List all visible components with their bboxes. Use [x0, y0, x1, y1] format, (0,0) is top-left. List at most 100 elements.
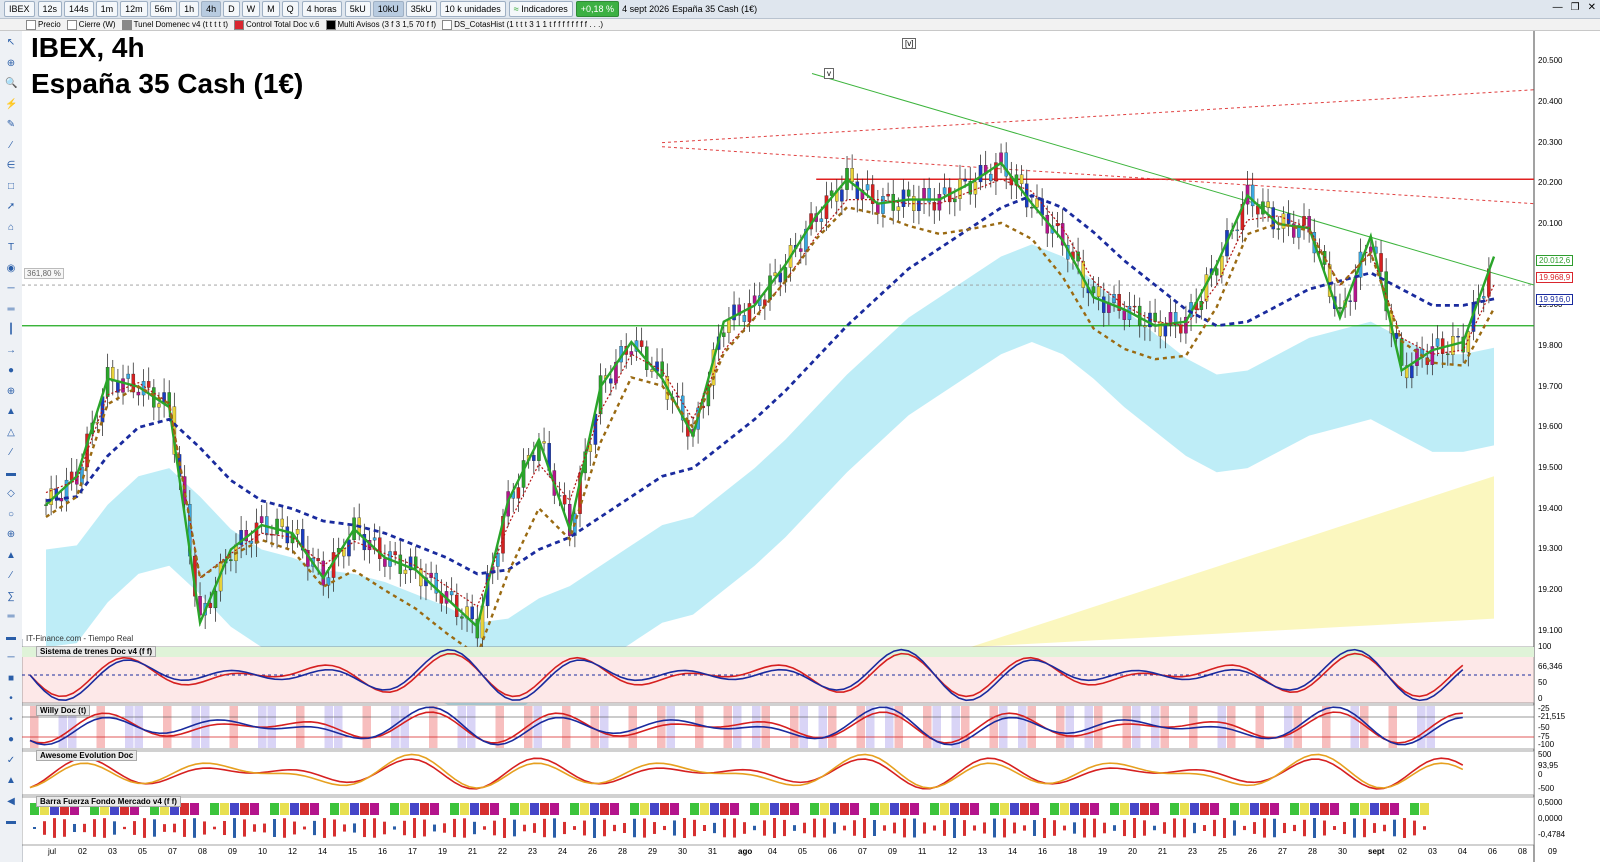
interval-button-144s[interactable]: 144s [64, 1, 94, 17]
drawing-tool-icon[interactable]: ⌂ [5, 222, 17, 234]
drawing-tool-icon[interactable]: ∕ [5, 447, 17, 459]
drawing-tool-icon[interactable]: ┃ [5, 324, 17, 336]
drawing-tool-icon[interactable]: ∈ [5, 160, 17, 172]
chart-area[interactable] [22, 31, 1600, 862]
unit-button-5kU[interactable]: 5kU [344, 1, 371, 17]
drawing-tool-icon[interactable]: ✎ [5, 119, 17, 131]
drawing-tool-icon[interactable]: ■ [5, 673, 17, 685]
interval-button-1m[interactable]: 1m [95, 1, 119, 17]
signal-bar [1122, 706, 1131, 748]
interval-button-4h[interactable]: 4h [201, 1, 222, 17]
strength-bar [1320, 803, 1329, 815]
drawing-tool-icon[interactable]: ═ [5, 304, 17, 316]
indicator-toggle[interactable]: Precio [26, 19, 61, 30]
candle-body [136, 391, 141, 396]
drawing-tool-icon[interactable]: ◇ [5, 488, 17, 500]
strength-bar [800, 803, 809, 815]
symbol-selector[interactable]: IBEX [4, 1, 35, 17]
histogram-bar [1343, 821, 1346, 835]
histogram-bar [803, 822, 806, 834]
drawing-tool-icon[interactable]: △ [5, 427, 17, 439]
drawing-tool-icon[interactable]: ▲ [5, 406, 17, 418]
strength-bar [720, 803, 729, 815]
drawing-tool-icon[interactable]: → [5, 345, 17, 357]
drawing-tool-icon[interactable]: □ [5, 181, 17, 193]
drawing-tool-icon[interactable]: ⊕ [5, 58, 17, 70]
candle-body [1102, 296, 1106, 313]
signal-bar [381, 706, 390, 748]
histogram-bar [463, 818, 466, 838]
drawing-tool-icon[interactable]: ✓ [5, 755, 17, 767]
interval-button-12m[interactable]: 12m [120, 1, 148, 17]
drawing-tool-icon[interactable]: ⊕ [5, 386, 17, 398]
candle-body [1214, 268, 1219, 276]
drawing-tool-icon[interactable]: ∕ [5, 140, 17, 152]
panel-title-awesome[interactable]: Awesome Evolution Doc [36, 750, 138, 761]
interval-button-Q[interactable]: Q [281, 1, 299, 17]
unit-button-10kU[interactable]: 10kU [372, 1, 404, 17]
drawing-tool-icon[interactable]: ─ [5, 652, 17, 664]
wave-tag-v-bracket[interactable]: [v] [902, 38, 917, 49]
signal-bar [600, 706, 609, 748]
drawing-tool-icon[interactable]: ▲ [5, 775, 17, 787]
drawing-tool-icon[interactable]: ◀ [5, 796, 17, 808]
drawing-tool-icon[interactable]: ∑ [5, 591, 17, 603]
panel-title-trenes[interactable]: Sistema de trenes Doc v4 (f f) [36, 646, 157, 657]
indicator-toggle[interactable]: Cierre (W) [66, 19, 116, 30]
minimize-icon[interactable]: — [1553, 2, 1563, 13]
candle-body [1435, 338, 1440, 347]
panel-axis-label: 500 [1538, 750, 1552, 759]
date-axis-label: 22 [498, 847, 507, 856]
drawing-tool-icon[interactable]: ▬ [5, 816, 17, 828]
drawing-tool-icon[interactable]: ⚡ [5, 99, 17, 111]
drawing-tool-icon[interactable]: ↖ [5, 37, 17, 49]
panel-title-barra[interactable]: Barra Fuerza Fondo Mercado v4 (f f) [36, 796, 181, 807]
indicators-button[interactable]: ≈ Indicadores [508, 1, 573, 17]
close-icon[interactable]: ✕ [1588, 2, 1596, 13]
candle-body [403, 569, 408, 574]
drawing-tool-icon[interactable]: ◉ [5, 263, 17, 275]
indicator-label: Precio [38, 20, 61, 29]
interval-button-12s[interactable]: 12s [37, 1, 63, 17]
signal-bar [1417, 706, 1426, 748]
interval-button-56m[interactable]: 56m [149, 1, 178, 17]
drawing-tool-icon[interactable]: ● [5, 365, 17, 377]
signal-bar [1246, 706, 1255, 748]
interval-button-1h[interactable]: 1h [179, 1, 200, 17]
drawing-tool-icon[interactable]: ● [5, 734, 17, 746]
indicator-swatch [325, 19, 336, 30]
indicator-toggle[interactable]: Control Total Doc v.6 [233, 19, 320, 30]
signal-bar [172, 706, 181, 748]
drawing-tool-icon[interactable]: 🔍 [5, 78, 17, 90]
indicator-toggle[interactable]: Multi Avisos (3 f 3 1,5 70 f f) [325, 19, 436, 30]
drawing-tool-icon[interactable]: ⊕ [5, 529, 17, 541]
date-axis-label: 04 [1458, 847, 1467, 856]
drawing-tool-icon[interactable]: • [5, 693, 17, 705]
drawing-tool-icon[interactable]: • [5, 714, 17, 726]
unit-button-35kU[interactable]: 35kU [405, 1, 437, 17]
drawing-tool-icon[interactable]: ➚ [5, 201, 17, 213]
drawing-tool-icon[interactable]: ▬ [5, 632, 17, 644]
drawing-tool-icon[interactable]: ═ [5, 611, 17, 623]
period-selector[interactable]: 4 horas [301, 1, 342, 17]
histogram-bar [1373, 823, 1376, 833]
indicator-toggle[interactable]: DS_CotasHist (1 t t t 3 1 1 t f f f f f … [442, 19, 603, 30]
drawing-tool-icon[interactable]: ▬ [5, 468, 17, 480]
histogram-bar [873, 820, 876, 836]
histogram-bar [63, 819, 66, 837]
interval-button-W[interactable]: W [241, 1, 261, 17]
unit-mode-selector[interactable]: 10 k unidades [439, 1, 506, 17]
panel-title-willy[interactable]: Willy Doc (t) [36, 705, 91, 716]
interval-button-D[interactable]: D [223, 1, 240, 17]
indicator-toggle[interactable]: Tunel Domenec v4 (t t t t t) [121, 19, 228, 30]
wave-tag-v[interactable]: v [824, 68, 834, 79]
drawing-tool-icon[interactable]: ─ [5, 283, 17, 295]
drawing-tool-icon[interactable]: ∕ [5, 570, 17, 582]
strength-bar [300, 803, 309, 815]
drawing-tool-icon[interactable]: ▲ [5, 550, 17, 562]
restore-icon[interactable]: ❐ [1571, 2, 1580, 13]
indicator-swatch [233, 19, 244, 30]
drawing-tool-icon[interactable]: ○ [5, 509, 17, 521]
drawing-tool-icon[interactable]: T [5, 242, 17, 254]
interval-button-M[interactable]: M [262, 1, 280, 17]
